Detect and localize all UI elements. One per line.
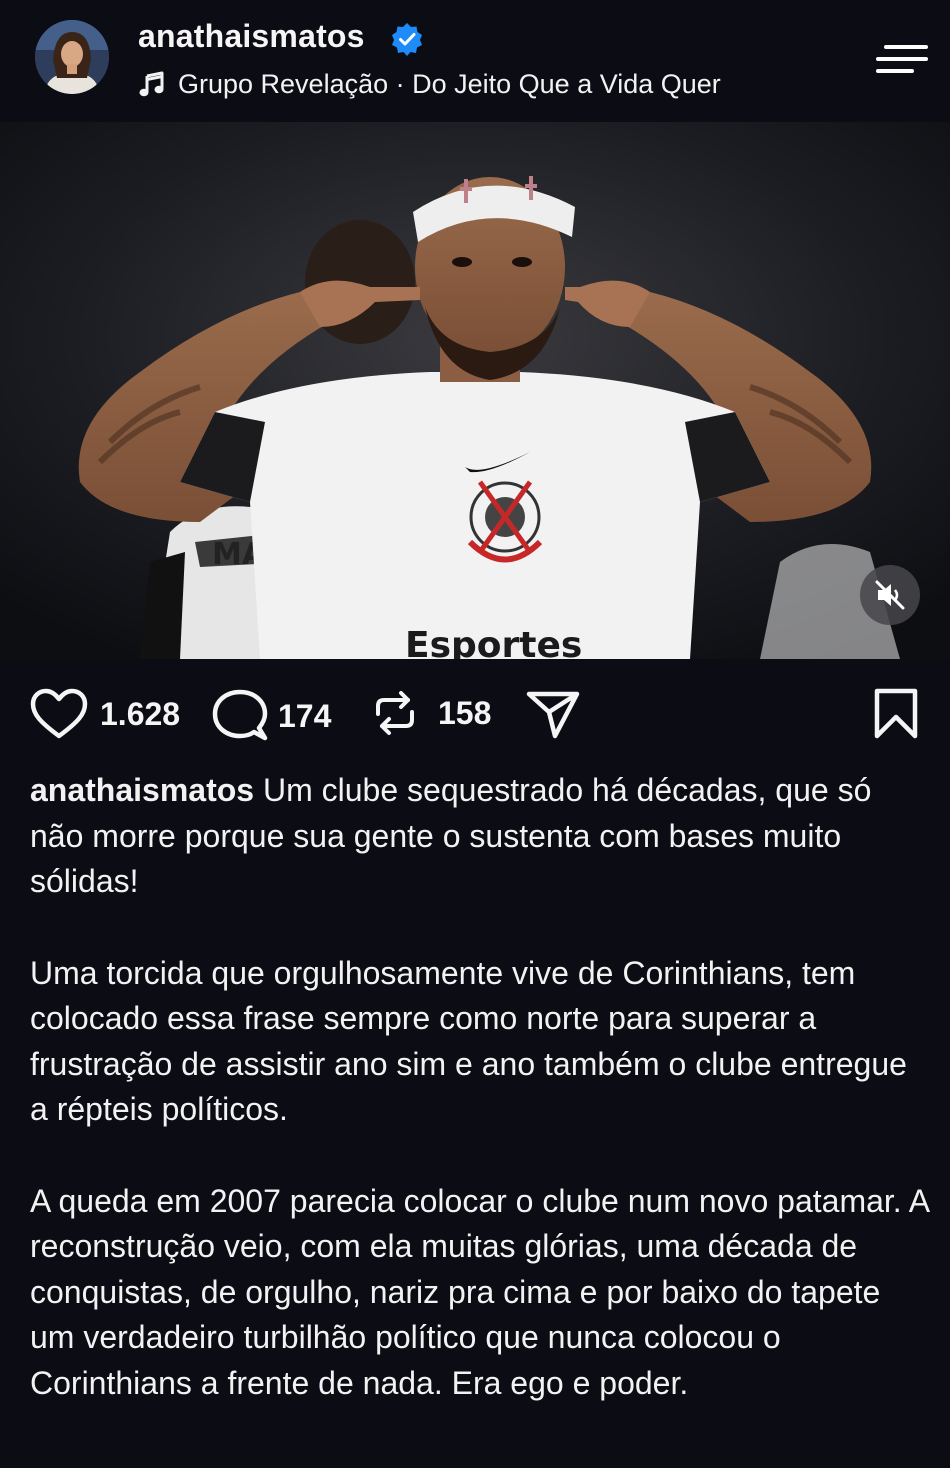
post-actions: 1.628 174 158 (0, 680, 950, 752)
comment-count[interactable]: 174 (278, 698, 331, 735)
share-icon[interactable] (526, 688, 580, 740)
avatar[interactable] (35, 20, 109, 94)
menu-icon[interactable] (876, 42, 928, 76)
caption-username[interactable]: anathaismatos (30, 772, 254, 808)
repost-action[interactable]: 158 (370, 688, 491, 738)
post-header: anathaismatos Grupo Revelação · Do Jeito… (0, 0, 950, 122)
like-action[interactable]: 1.628 (30, 688, 180, 740)
verified-badge-icon (392, 23, 422, 56)
sponsor-text: Esportes (405, 625, 582, 659)
repost-count[interactable]: 158 (438, 695, 491, 732)
share-action[interactable] (526, 688, 580, 740)
comment-action[interactable]: 174 (212, 688, 331, 744)
post-caption: anathaismatos Um clube sequestrado há dé… (30, 768, 930, 1452)
repost-icon[interactable] (370, 688, 420, 738)
post-photo: MATHE (0, 122, 950, 659)
caption-paragraph-3: A queda em 2007 parecia colocar o clube … (30, 1182, 929, 1401)
caption-paragraph-1: anathaismatos Um clube sequestrado há dé… (30, 768, 930, 905)
audio-label: Grupo Revelação · Do Jeito Que a Vida Qu… (178, 68, 721, 99)
caption-paragraph-2: Uma torcida que orgulhosamente vive de C… (30, 954, 907, 1128)
svg-text:Esportes: Esportes (405, 625, 582, 659)
post-media[interactable]: MATHE (0, 122, 950, 659)
like-count[interactable]: 1.628 (100, 696, 180, 733)
speaker-muted-icon (875, 580, 905, 610)
heart-icon[interactable] (30, 688, 88, 740)
audio-attribution[interactable]: Grupo Revelação · Do Jeito Que a Vida Qu… (138, 66, 721, 102)
bookmark-action[interactable] (872, 688, 920, 745)
mute-button[interactable] (860, 565, 920, 625)
comment-icon[interactable] (212, 688, 268, 744)
music-note-icon (139, 71, 164, 97)
post-username[interactable]: anathaismatos (138, 18, 365, 55)
bookmark-icon[interactable] (872, 688, 920, 740)
